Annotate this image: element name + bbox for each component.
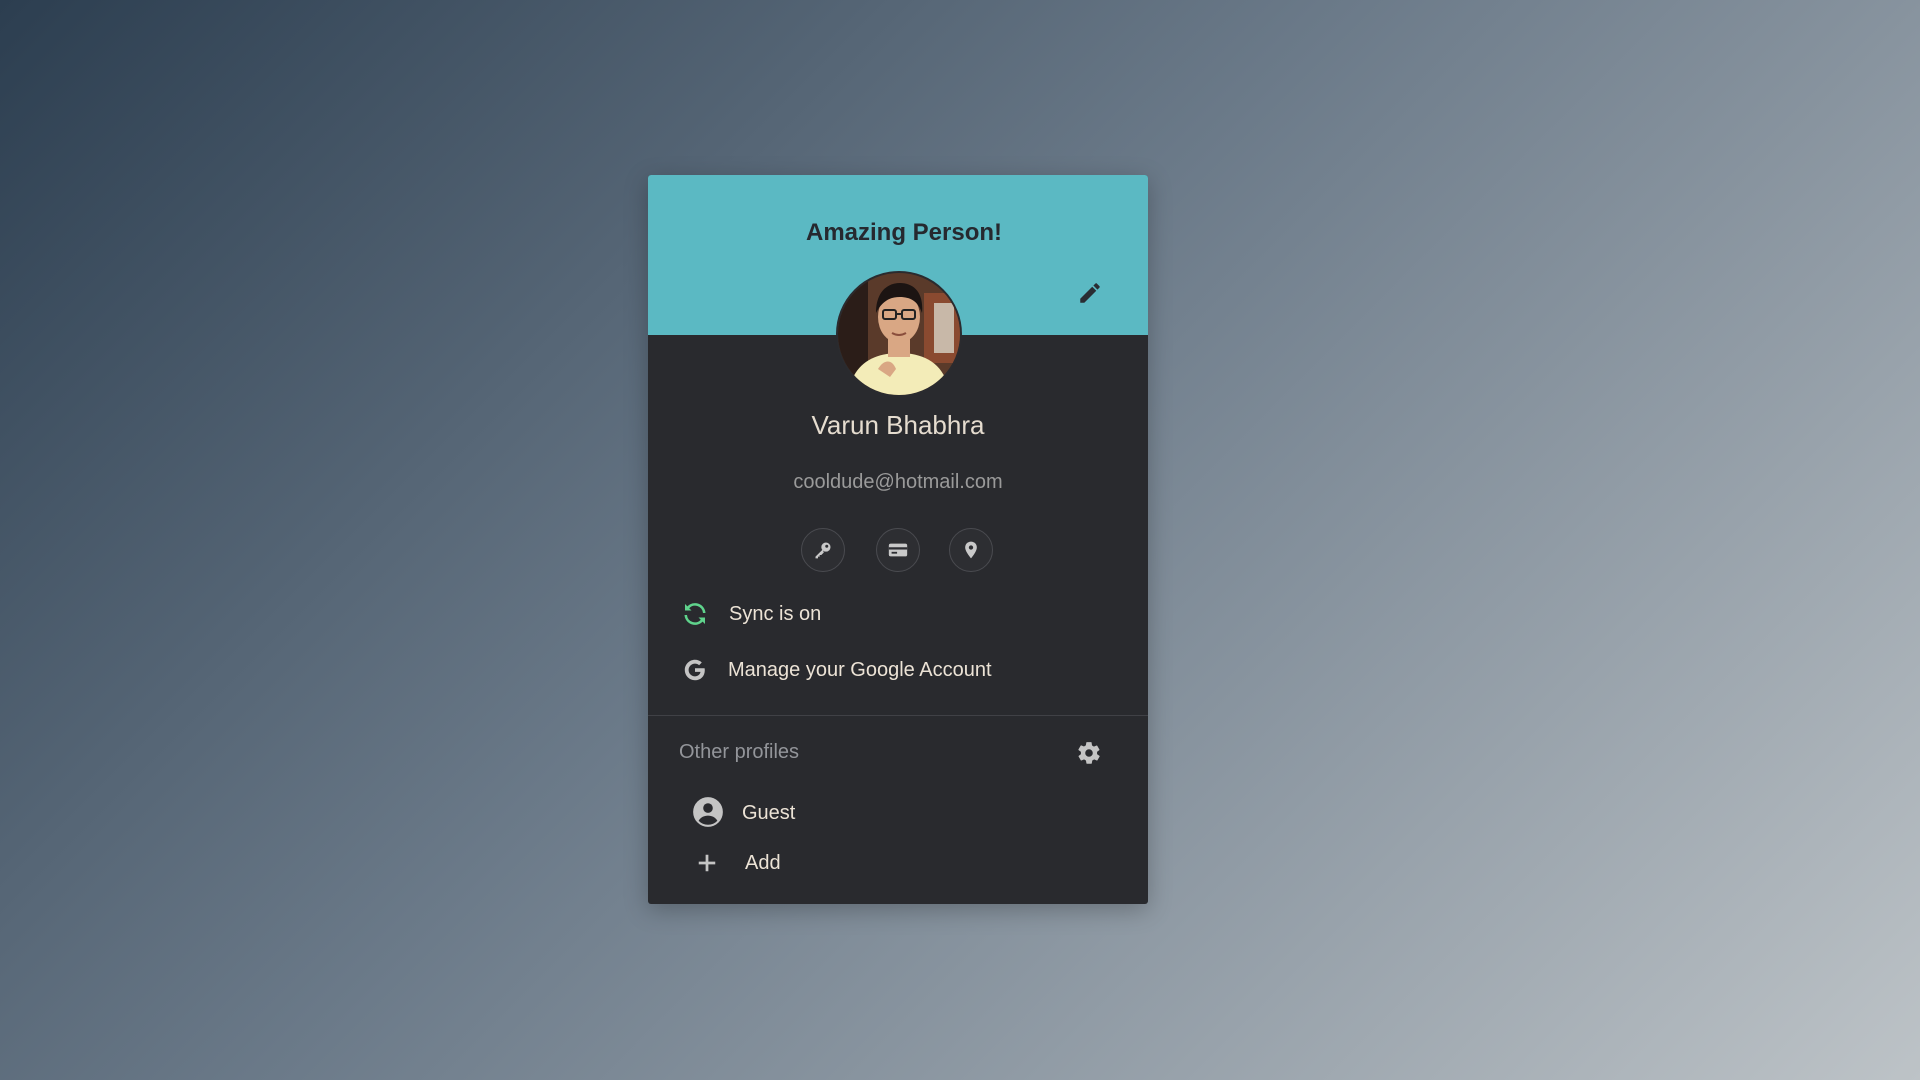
profile-item-label: Guest (742, 802, 796, 824)
payment-methods-button[interactable] (876, 528, 920, 572)
manage-account-row[interactable]: Manage your Google Account (648, 650, 1148, 690)
sync-icon (682, 601, 708, 627)
manage-profiles-button[interactable] (1074, 738, 1104, 768)
edit-button[interactable] (1074, 277, 1106, 309)
sync-status-label: Sync is on (729, 603, 822, 625)
account-circle-icon (690, 794, 726, 830)
key-icon (815, 542, 831, 559)
plus-icon (692, 848, 722, 878)
pencil-icon (1080, 283, 1100, 303)
avatar-photo (838, 273, 960, 395)
card-title: Amazing Person! (805, 219, 1003, 246)
google-g-icon (682, 657, 708, 683)
add-profile-button[interactable]: Add (648, 843, 1148, 883)
location-pin-icon (965, 541, 977, 559)
sync-status-row[interactable]: Sync is on (648, 594, 1148, 634)
manage-account-label: Manage your Google Account (728, 659, 992, 681)
addresses-button[interactable] (949, 528, 993, 572)
avatar[interactable] (836, 271, 962, 397)
passwords-button[interactable] (801, 528, 845, 572)
add-profile-label: Add (745, 852, 781, 874)
profile-email: cooldude@hotmail.com (793, 471, 1003, 493)
gear-icon (1078, 742, 1100, 764)
divider (648, 715, 1148, 716)
profile-name: Varun Bhabhra (811, 410, 985, 440)
profile-card: Amazing Person! Varun Bhabhra cooldude@h… (648, 175, 1148, 904)
credit-card-icon (888, 543, 908, 557)
profile-item-guest[interactable]: Guest (648, 792, 1148, 832)
other-profiles-title: Other profiles (679, 741, 800, 763)
